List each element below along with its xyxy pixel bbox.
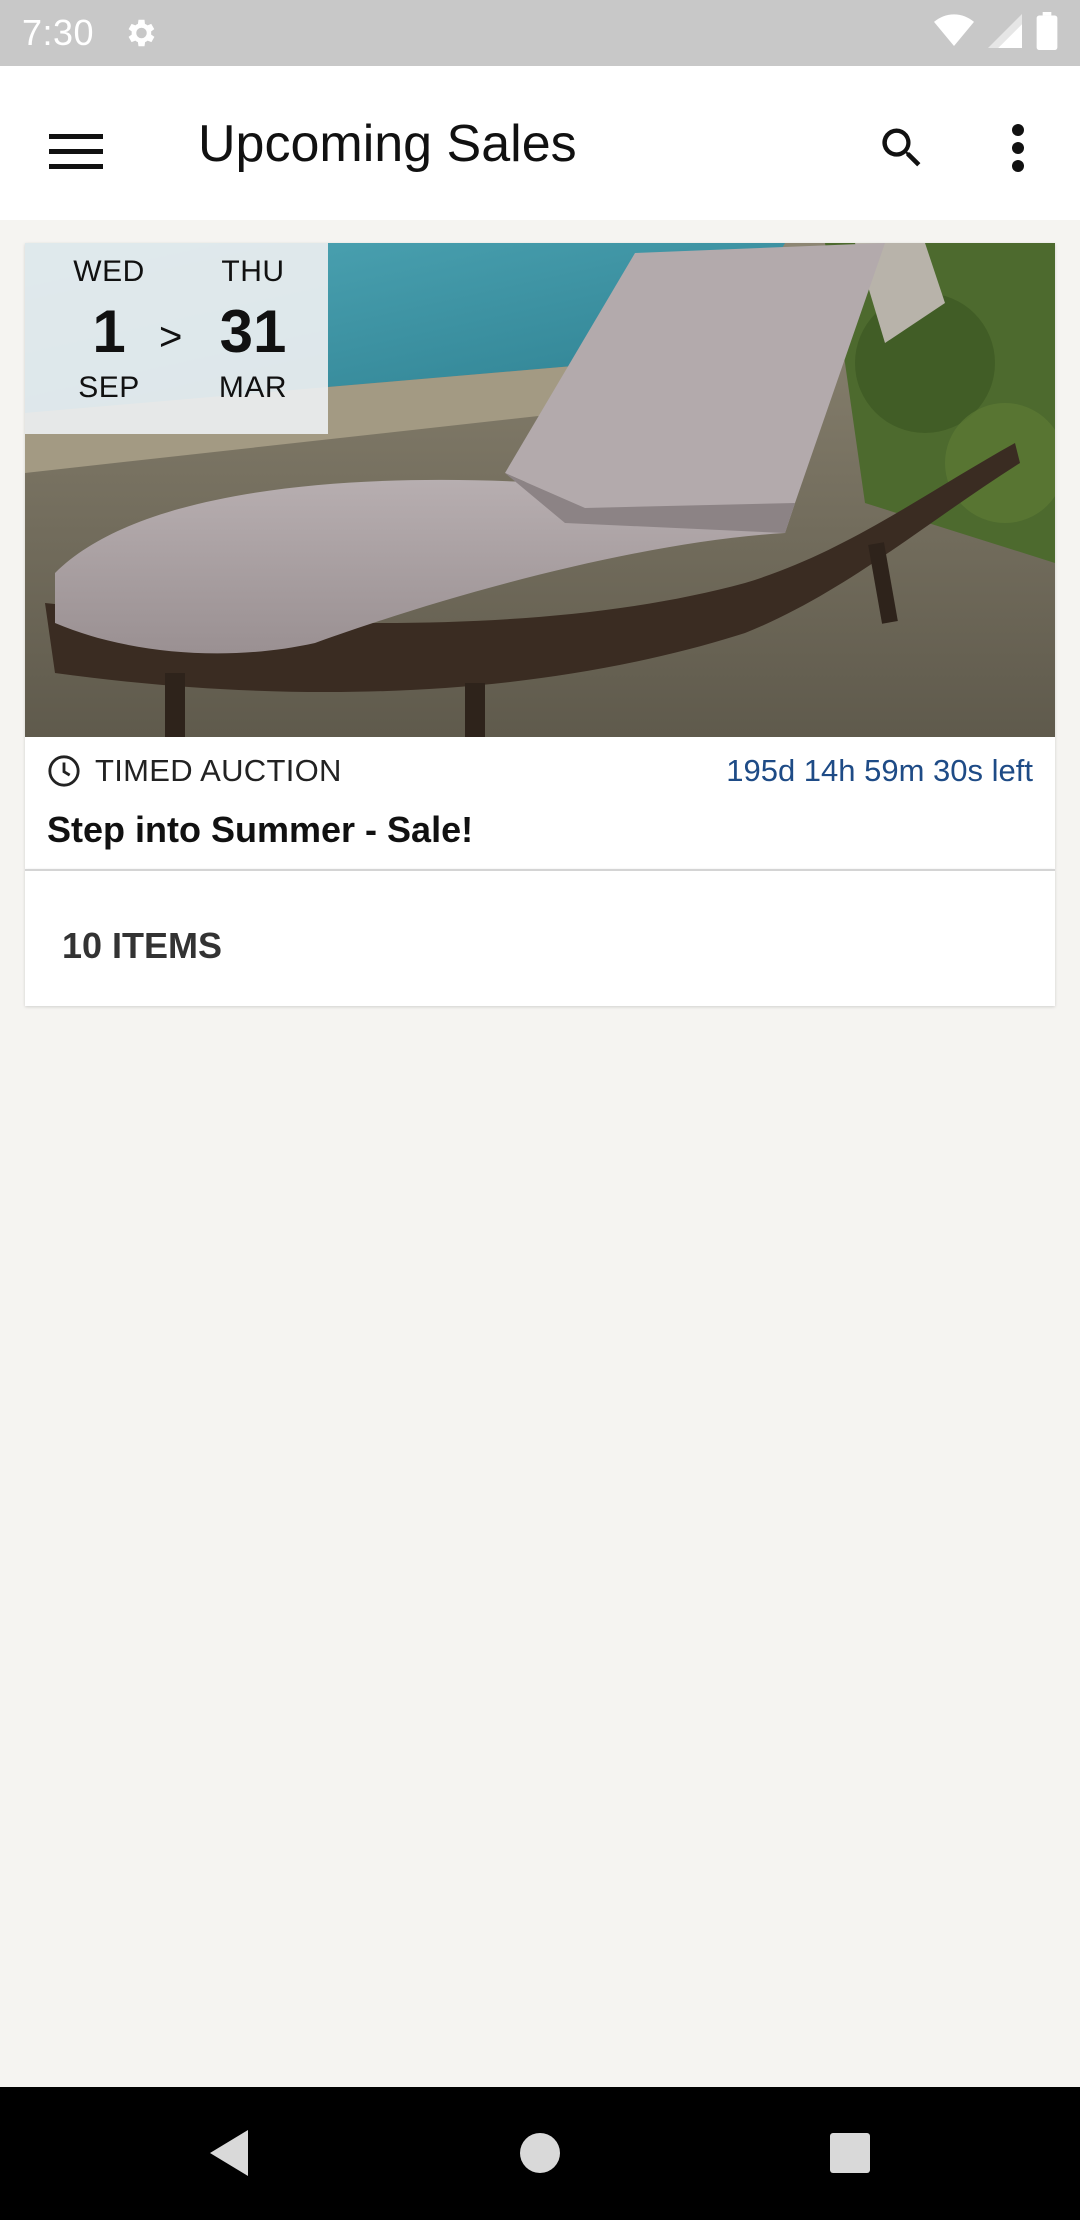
sale-card[interactable]: WED 1 SEP > THU 31 MAR TIMED AUCTION 195… [25,243,1055,869]
date-range-badge: WED 1 SEP > THU 31 MAR [25,243,328,434]
menu-button[interactable] [40,116,112,188]
search-button[interactable] [866,112,938,184]
sale-image: WED 1 SEP > THU 31 MAR [25,243,1055,737]
clock-icon [48,755,80,787]
signal-icon [988,13,1022,54]
gear-icon [122,13,162,53]
end-month: MAR [218,371,288,404]
start-date: WED 1 SEP [49,255,169,405]
date-range-arrow: > [159,315,183,359]
back-button[interactable] [200,2123,260,2183]
home-icon [520,2133,560,2173]
page-title: Upcoming Sales [198,115,577,173]
app-bar: Upcoming Sales [0,66,1080,220]
back-icon [210,2130,248,2176]
end-day: 31 [219,298,287,365]
battery-icon [1036,11,1058,55]
more-options-button[interactable] [982,112,1054,184]
time-left: 195d 14h 59m 30s left [726,753,1033,788]
home-button[interactable] [510,2123,570,2183]
items-count-card[interactable]: 10 ITEMS [25,869,1055,1006]
end-date: THU 31 MAR [193,255,313,405]
search-icon [882,128,921,167]
start-day-of-week: WED [73,255,145,288]
sale-type: TIMED AUCTION [95,753,342,788]
items-count: 10 ITEMS [62,925,223,966]
more-vert-icon [1012,124,1024,172]
end-day-of-week: THU [221,255,285,288]
menu-icon [49,134,103,169]
start-day: 1 [92,298,126,365]
navigation-bar [0,2087,1080,2220]
recents-icon [830,2133,870,2173]
sale-type-row: TIMED AUCTION [47,753,342,789]
sale-title: Step into Summer - Sale! [47,809,474,850]
status-bar: 7:30 [0,0,1080,66]
wifi-icon [934,13,974,54]
recents-button[interactable] [820,2123,880,2183]
start-month: SEP [78,371,140,404]
status-time: 7:30 [22,12,95,53]
